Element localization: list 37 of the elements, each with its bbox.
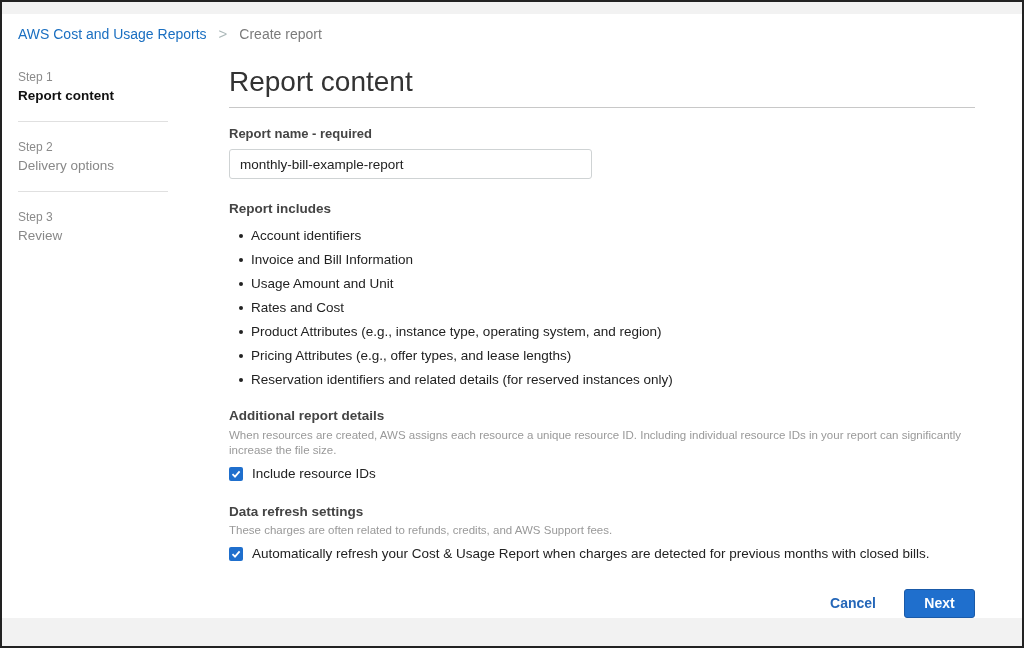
bullet-icon	[239, 257, 243, 262]
next-button[interactable]: Next	[904, 589, 975, 619]
step-label: Step 1	[18, 68, 54, 86]
checkbox[interactable]	[229, 547, 243, 562]
breadcrumb-link[interactable]: AWS Cost and Usage Reports	[18, 24, 207, 46]
step-label: Step 2	[18, 138, 54, 156]
breadcrumb-separator: >	[218, 24, 228, 45]
list-item: Pricing Attributes (e.g., offer types, and lease lengths)	[251, 347, 572, 365]
field-label: Report name - required	[229, 124, 374, 143]
breadcrumb-current: Create report	[239, 25, 322, 45]
cancel-button[interactable]: Cancel	[826, 593, 880, 615]
list-item: Rates and Cost	[251, 299, 345, 317]
step-label: Step 3	[18, 208, 54, 226]
list-item: Product Attributes (e.g., instance type, operating system, and region)	[251, 323, 662, 341]
step-link[interactable]: Report content	[18, 85, 168, 106]
page-title: Report content	[229, 60, 975, 108]
list-item: Usage Amount and Unit	[251, 275, 394, 293]
checkbox[interactable]	[229, 466, 243, 481]
report-name-field[interactable]: monthly-bill-example-report	[229, 149, 592, 180]
list-item: Account identifiers	[251, 227, 362, 245]
section-description: When resources are created, AWS assigns each resource a unique resource ID. Including individual resource IDs in your report can significantly increase the file size.	[229, 427, 963, 458]
section-heading: Report includes	[229, 200, 332, 219]
checkbox-label: Automatically refresh your Cost & Usage Report when charges are detected for previous months with closed bills.	[252, 545, 930, 564]
list-item: Reservation identifiers and related details (for reserved instances only)	[251, 371, 673, 389]
section-description: These charges are often related to refunds, credits, and AWS Support fees.	[229, 523, 614, 539]
section-heading: Data refresh settings	[229, 502, 365, 521]
step-link[interactable]: Review	[18, 225, 168, 246]
section-heading: Additional report details	[229, 407, 386, 426]
bullet-icon	[239, 305, 243, 310]
list-item: Invoice and Bill Information	[251, 251, 414, 269]
bullet-icon	[239, 233, 243, 238]
checkbox-label: Include resource IDs	[252, 464, 376, 483]
bullet-icon	[239, 353, 243, 358]
step-link[interactable]: Delivery options	[18, 155, 168, 176]
bullet-icon	[239, 377, 243, 382]
bullet-icon	[239, 281, 243, 286]
bullet-icon	[239, 329, 243, 334]
